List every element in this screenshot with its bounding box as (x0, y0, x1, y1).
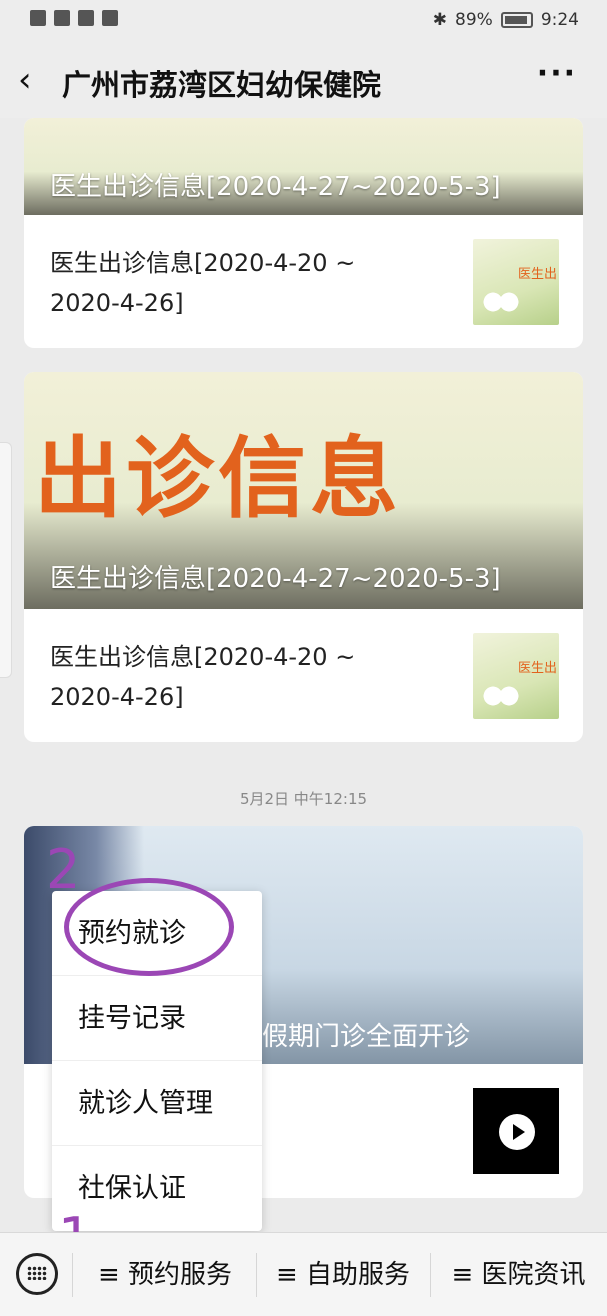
flower-graphic (481, 683, 521, 709)
sub-item-text: 医生出诊信息[2020-4-20 ~ 2020-4-26] (50, 249, 356, 317)
back-icon[interactable]: ‹ (18, 60, 32, 100)
play-icon (499, 1114, 535, 1150)
thumbnail-label: 医生出 (517, 661, 557, 676)
menu-tab-self-service[interactable]: ≡ 自助服务 (256, 1233, 430, 1316)
nfc-icon (78, 10, 94, 26)
article-card-1[interactable]: 医生出诊信息[2020-4-27~2020-5-3] 医生出诊信息[2020-4… (24, 118, 583, 348)
banner-caption: 医生出诊信息[2020-4-27~2020-5-3] (50, 172, 501, 202)
menu-tab-hospital-news[interactable]: ≡ 医院资讯 (430, 1233, 607, 1316)
menu-tab-appointment-service[interactable]: ≡ 预约服务 (74, 1233, 256, 1316)
banner-caption: 医生出诊信息[2020-4-27~2020-5-3] (50, 564, 501, 594)
banner-caption: 假期门诊全面开诊 (262, 1022, 471, 1052)
menu-item-registration-records[interactable]: 挂号记录 (52, 976, 262, 1061)
side-edge-handle[interactable] (0, 442, 12, 678)
article-card-2[interactable]: 出诊信息 医生出诊信息[2020-4-27~2020-5-3] 医生出诊信息[2… (24, 372, 583, 742)
video-thumbnail[interactable] (473, 1088, 559, 1174)
flower-graphic (481, 289, 521, 315)
bluetooth-icon: ✱ (432, 10, 448, 30)
annotation-circle-2 (64, 878, 234, 976)
thumbnail-image: 医生出 (473, 633, 559, 719)
keyboard-toggle-icon[interactable] (16, 1253, 58, 1295)
title-bar: ‹ 广州市荔湾区妇幼保健院 ··· (0, 42, 607, 118)
menu-divider (72, 1253, 73, 1297)
battery-percent: 89% (455, 10, 493, 30)
message-timestamp: 5月2日 中午12:15 (239, 790, 368, 808)
page-title: 广州市荔湾区妇幼保健院 (62, 68, 382, 102)
article-sub-item[interactable]: 医生出诊信息[2020-4-20 ~ 2020-4-26] 医生出 (24, 609, 583, 739)
battery-icon (500, 12, 533, 28)
app-notification-icon (102, 10, 118, 26)
more-options-icon[interactable]: ··· (537, 56, 577, 91)
article-banner[interactable]: 出诊信息 医生出诊信息[2020-4-27~2020-5-3] (24, 372, 583, 609)
menu-item-patient-management[interactable]: 就诊人管理 (52, 1061, 262, 1146)
status-icons-right: ✱ 89% 9:24 (433, 10, 579, 30)
banner-big-text: 出诊信息 (34, 427, 403, 530)
bottom-menu-bar: ≡ 预约服务 ≡ 自助服务 ≡ 医院资讯 (0, 1232, 607, 1316)
article-banner[interactable]: 医生出诊信息[2020-4-27~2020-5-3] (24, 118, 583, 215)
status-icons-left (30, 10, 118, 26)
thumbnail-label: 医生出 (517, 267, 557, 282)
thumbnail-image: 医生出 (473, 239, 559, 325)
keyboard-keys-graphic (27, 1266, 47, 1280)
annotation-number-2: 2 (46, 838, 81, 901)
article-sub-item[interactable]: 医生出诊信息[2020-4-20 ~ 2020-4-26] 医生出 (24, 215, 583, 345)
clock: 9:24 (540, 10, 579, 30)
sub-item-text: 医生出诊信息[2020-4-20 ~ 2020-4-26] (50, 643, 356, 711)
hd-icon (30, 10, 46, 26)
status-bar: ✱ 89% 9:24 (0, 0, 607, 42)
signal-icon (54, 10, 70, 26)
